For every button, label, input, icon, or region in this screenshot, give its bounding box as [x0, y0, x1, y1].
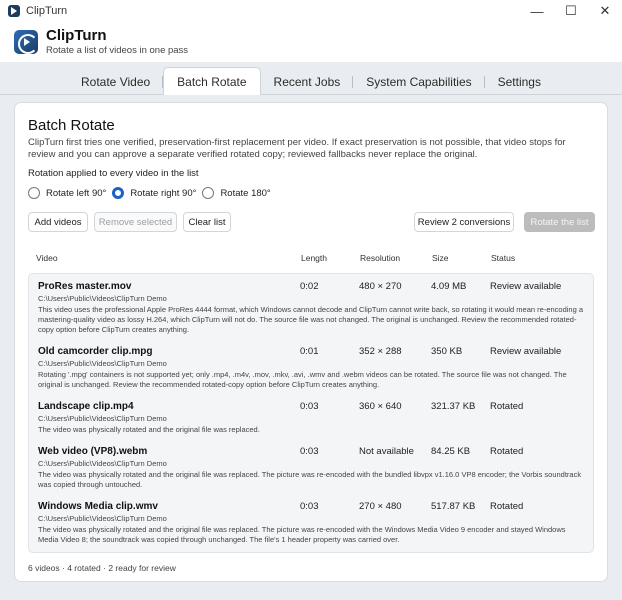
video-name: Web video (VP8).webm: [38, 446, 148, 457]
minimize-icon[interactable]: —: [520, 0, 554, 22]
video-path: C:\Users\Public\Videos\ClipTurn Demo: [38, 359, 167, 368]
video-list[interactable]: ProRes master.mov C:\Users\Public\Videos…: [28, 273, 594, 553]
tab-rotate-video[interactable]: Rotate Video: [68, 70, 164, 94]
video-path: C:\Users\Public\Videos\ClipTurn Demo: [38, 514, 167, 523]
summary-status: 6 videos · 4 rotated · 2 ready for revie…: [28, 563, 176, 573]
table-row[interactable]: Landscape clip.mp4 C:\Users\Public\Video…: [29, 401, 593, 437]
video-path: C:\Users\Public\Videos\ClipTurn Demo: [38, 294, 167, 303]
video-length: 0:03: [300, 401, 319, 412]
review-conversions-button[interactable]: Review 2 conversions: [414, 212, 514, 232]
column-header-length[interactable]: Length: [301, 253, 327, 263]
rotation-label: Rotation applied to every video in the l…: [28, 168, 199, 179]
video-status: Review available: [490, 281, 562, 292]
remove-selected-button[interactable]: Remove selected: [94, 212, 177, 232]
video-size: 517.87 KB: [431, 501, 476, 512]
tab-bar: Rotate Video Batch Rotate Recent Jobs Sy…: [0, 67, 622, 95]
radio-circle-icon[interactable]: [28, 187, 40, 199]
video-resolution: 360 × 640: [359, 401, 402, 412]
tab-settings[interactable]: Settings: [485, 70, 554, 94]
video-status: Review available: [490, 346, 562, 357]
add-videos-button[interactable]: Add videos: [28, 212, 88, 232]
tab-system-capabilities[interactable]: System Capabilities: [353, 70, 486, 94]
video-status: Rotated: [490, 501, 524, 512]
rotate-list-button[interactable]: Rotate the list: [524, 212, 595, 232]
rotation-options: Rotate left 90° Rotate right 90° Rotate …: [28, 187, 277, 199]
title-bar: ClipTurn — ☐ ✕: [0, 0, 622, 22]
video-length: 0:01: [300, 346, 319, 357]
intro-text: ClipTurn first tries one verified, prese…: [28, 137, 566, 160]
column-header-video[interactable]: Video: [36, 253, 58, 263]
video-message: The video was physically rotated and the…: [38, 525, 566, 544]
tab-batch-rotate[interactable]: Batch Rotate: [163, 67, 261, 95]
radio-selected-icon[interactable]: [112, 187, 125, 199]
radio-label: Rotate right 90°: [130, 187, 197, 199]
app-subtitle: Rotate a list of videos in one pass: [46, 45, 189, 56]
video-name: Windows Media clip.wmv: [38, 501, 158, 512]
table-row[interactable]: ProRes master.mov C:\Users\Public\Videos…: [29, 281, 593, 337]
video-message: The video was physically rotated and the…: [38, 425, 260, 434]
video-size: 321.37 KB: [431, 401, 476, 412]
clipturn-logo-icon: [14, 30, 38, 54]
maximize-icon[interactable]: ☐: [554, 0, 588, 22]
video-size: 350 KB: [431, 346, 463, 357]
radio-rotate-right[interactable]: Rotate right 90°: [112, 187, 196, 199]
video-path: C:\Users\Public\Videos\ClipTurn Demo: [38, 459, 167, 468]
table-row[interactable]: Windows Media clip.wmv C:\Users\Public\V…: [29, 501, 593, 547]
video-resolution: 352 × 288: [359, 346, 402, 357]
radio-label: Rotate 180°: [220, 187, 271, 199]
app-icon: [8, 5, 20, 17]
radio-circle-icon[interactable]: [202, 187, 215, 199]
video-size: 84.25 KB: [431, 446, 471, 457]
video-status: Rotated: [490, 401, 524, 412]
page-title: Batch Rotate: [28, 117, 115, 134]
column-header-size[interactable]: Size: [432, 253, 449, 263]
video-path: C:\Users\Public\Videos\ClipTurn Demo: [38, 414, 167, 423]
column-header-status[interactable]: Status: [491, 253, 515, 263]
app-header: ClipTurn Rotate a list of videos in one …: [0, 22, 622, 62]
window-title: ClipTurn: [26, 5, 68, 17]
video-name: ProRes master.mov: [38, 281, 132, 292]
radio-rotate-left[interactable]: Rotate left 90°: [28, 187, 106, 199]
video-message: The video was physically rotated and the…: [38, 470, 582, 489]
column-header-resolution[interactable]: Resolution: [360, 253, 400, 263]
video-message: Rotating '.mpg' containers is not suppor…: [38, 370, 567, 389]
video-resolution: Not available: [359, 446, 414, 457]
video-name: Landscape clip.mp4: [38, 401, 134, 412]
video-length: 0:02: [300, 281, 319, 292]
video-status: Rotated: [490, 446, 524, 457]
table-row[interactable]: Web video (VP8).webm C:\Users\Public\Vid…: [29, 446, 593, 492]
tab-recent-jobs[interactable]: Recent Jobs: [261, 70, 354, 94]
video-name: Old camcorder clip.mpg: [38, 346, 153, 357]
video-resolution: 480 × 270: [359, 281, 402, 292]
video-size: 4.09 MB: [431, 281, 467, 292]
radio-label: Rotate left 90°: [46, 187, 107, 199]
video-message: This video uses the professional Apple P…: [38, 305, 584, 334]
batch-rotate-panel: Batch Rotate ClipTurn first tries one ve…: [14, 102, 608, 582]
clear-list-button[interactable]: Clear list: [183, 212, 231, 232]
video-resolution: 270 × 480: [359, 501, 402, 512]
video-length: 0:03: [300, 446, 319, 457]
radio-rotate-180[interactable]: Rotate 180°: [202, 187, 271, 199]
table-row[interactable]: Old camcorder clip.mpg C:\Users\Public\V…: [29, 346, 593, 396]
video-length: 0:03: [300, 501, 319, 512]
window-controls: — ☐ ✕: [520, 0, 622, 22]
close-icon[interactable]: ✕: [588, 0, 622, 22]
app-name: ClipTurn: [46, 27, 107, 44]
